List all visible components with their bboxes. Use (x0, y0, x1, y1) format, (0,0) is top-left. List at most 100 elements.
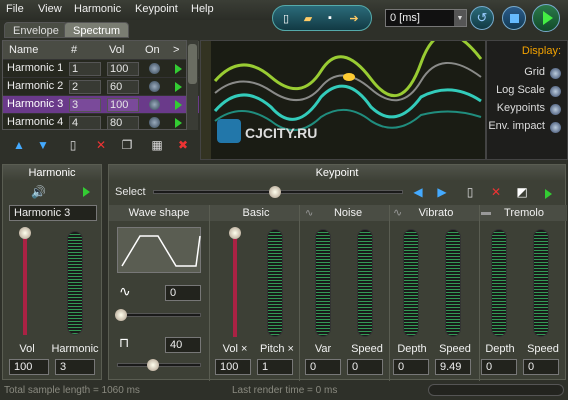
row-vol[interactable]: 80 (107, 116, 139, 130)
move-down-icon[interactable]: ▼ (34, 136, 52, 154)
vibrato-depth-slider[interactable] (403, 229, 419, 337)
row-name: Harmonic 4 (7, 116, 64, 128)
harmonic-name-input[interactable]: Harmonic 3 (9, 205, 97, 221)
square-slider-knob[interactable] (147, 359, 159, 371)
row-number[interactable]: 2 (69, 80, 101, 94)
refresh-button[interactable]: ↺ (470, 6, 494, 30)
export-icon[interactable]: ➔ (345, 9, 363, 27)
tremolo-speed-slider[interactable] (533, 229, 549, 337)
scroll-thumb[interactable] (188, 44, 197, 84)
add-keypoint-icon[interactable]: ▯ (461, 183, 479, 201)
chevron-down-icon[interactable]: ▼ (454, 10, 466, 26)
previous-keypoint-icon[interactable]: ◀ (409, 183, 427, 201)
vol-slider-knob[interactable] (19, 227, 31, 239)
open-folder-icon[interactable]: ▰ (299, 9, 317, 27)
sine-slider-knob[interactable] (115, 309, 127, 321)
delete-keypoint-icon[interactable]: ✕ (487, 183, 505, 201)
row-vol[interactable]: 100 (107, 62, 139, 76)
spectrum-preview[interactable]: CJCITY.RU (200, 40, 486, 160)
tab-envelope[interactable]: Envelope (4, 22, 68, 38)
tremolo-speed-label: Speed (527, 343, 559, 355)
square-slider-track[interactable] (117, 363, 201, 367)
tremolo-depth-input[interactable]: 0 (481, 359, 517, 375)
noise-speed-label: Speed (351, 343, 383, 355)
table-row[interactable]: Harmonic 2 2 60 (3, 77, 199, 95)
table-row[interactable]: Harmonic 4 4 80 (3, 113, 199, 131)
row-name: Harmonic 1 (7, 62, 64, 74)
row-number[interactable]: 1 (69, 62, 101, 76)
generate-icon[interactable]: ▦ (148, 136, 166, 154)
square-amount-input[interactable]: 40 (165, 337, 201, 353)
copy-icon[interactable]: ❐ (118, 136, 136, 154)
wave-shape-preview[interactable] (117, 227, 201, 273)
delete-icon[interactable]: ✕ (92, 136, 110, 154)
menu-harmonic[interactable]: Harmonic (74, 3, 121, 15)
on-toggle[interactable] (149, 81, 160, 92)
play-icon[interactable] (175, 64, 182, 74)
menu-view[interactable]: View (38, 3, 62, 15)
tremolo-depth-slider[interactable] (491, 229, 507, 337)
option-keypoints-toggle[interactable] (550, 104, 561, 115)
vibrato-speed-slider[interactable] (445, 229, 461, 337)
on-toggle[interactable] (149, 63, 160, 74)
sine-slider-track[interactable] (117, 313, 201, 317)
film-strip (201, 41, 211, 159)
table-scrollbar[interactable] (186, 40, 198, 130)
wave-shape-title: Wave shape (128, 207, 190, 219)
table-row-selected[interactable]: Harmonic 3 3 100 (3, 95, 199, 113)
pitch-input[interactable]: 1 (257, 359, 293, 375)
stop-icon (509, 13, 519, 23)
table-row[interactable]: Harmonic 1 1 100 (3, 59, 199, 77)
option-envimpact-toggle[interactable] (550, 122, 561, 133)
play-icon[interactable] (175, 100, 182, 110)
play-icon[interactable] (175, 82, 182, 92)
menu-help[interactable]: Help (191, 3, 214, 15)
keypoint-marker[interactable] (343, 73, 355, 81)
add-harmonic-icon[interactable]: ▯ (64, 136, 82, 154)
pitch-slider[interactable] (267, 229, 283, 337)
vol-input[interactable]: 100 (9, 359, 49, 375)
speaker-icon[interactable]: 🔊 (31, 185, 46, 199)
menu-file[interactable]: File (6, 3, 24, 15)
new-file-icon[interactable]: ▯ (277, 9, 295, 27)
row-number[interactable]: 3 (69, 98, 101, 112)
row-number[interactable]: 4 (69, 116, 101, 130)
basic-vol-knob[interactable] (229, 227, 241, 239)
on-toggle[interactable] (149, 117, 160, 128)
stop-button[interactable] (502, 6, 526, 30)
play-button[interactable] (532, 4, 560, 32)
play-icon[interactable] (545, 189, 552, 199)
basic-vol-input[interactable]: 100 (215, 359, 251, 375)
noise-speed-slider[interactable] (357, 229, 373, 337)
vibrato-depth-input[interactable]: 0 (393, 359, 429, 375)
play-icon[interactable] (83, 187, 90, 197)
harmonic-label: Harmonic (51, 343, 99, 355)
harmonic-panel-title: Harmonic (3, 165, 101, 181)
next-keypoint-icon[interactable]: ▶ (433, 183, 451, 201)
harmonic-input[interactable]: 3 (55, 359, 95, 375)
basic-vol-fill (233, 235, 237, 337)
row-vol[interactable]: 100 (107, 98, 139, 112)
option-logscale-toggle[interactable] (550, 86, 561, 97)
noise-var-slider[interactable] (315, 229, 331, 337)
noise-speed-input[interactable]: 0 (347, 359, 383, 375)
delete-all-icon[interactable]: ✖ (174, 136, 192, 154)
row-vol[interactable]: 60 (107, 80, 139, 94)
move-up-icon[interactable]: ▲ (10, 136, 28, 154)
on-toggle[interactable] (149, 99, 160, 110)
tremolo-speed-input[interactable]: 0 (523, 359, 559, 375)
curve-icon[interactable]: ◩ (513, 183, 531, 201)
noise-var-input[interactable]: 0 (305, 359, 341, 375)
tab-spectrum[interactable]: Spectrum (64, 22, 130, 38)
option-grid-toggle[interactable] (550, 68, 561, 79)
menu-keypoint[interactable]: Keypoint (135, 3, 178, 15)
save-icon[interactable]: ▪ (321, 9, 339, 27)
harmonic-slider[interactable] (67, 231, 83, 335)
sine-amount-input[interactable]: 0 (165, 285, 201, 301)
sine-wave-icon: ∿ (119, 283, 131, 299)
basic-title: Basic (242, 207, 270, 219)
vibrato-speed-input[interactable]: 9.49 (435, 359, 471, 375)
play-icon[interactable] (175, 118, 182, 128)
keypoint-panel: Keypoint Select ◀ ▶ ▯ ✕ ◩ Wave shape Bas… (108, 164, 567, 381)
keypoint-select-knob[interactable] (269, 186, 281, 198)
